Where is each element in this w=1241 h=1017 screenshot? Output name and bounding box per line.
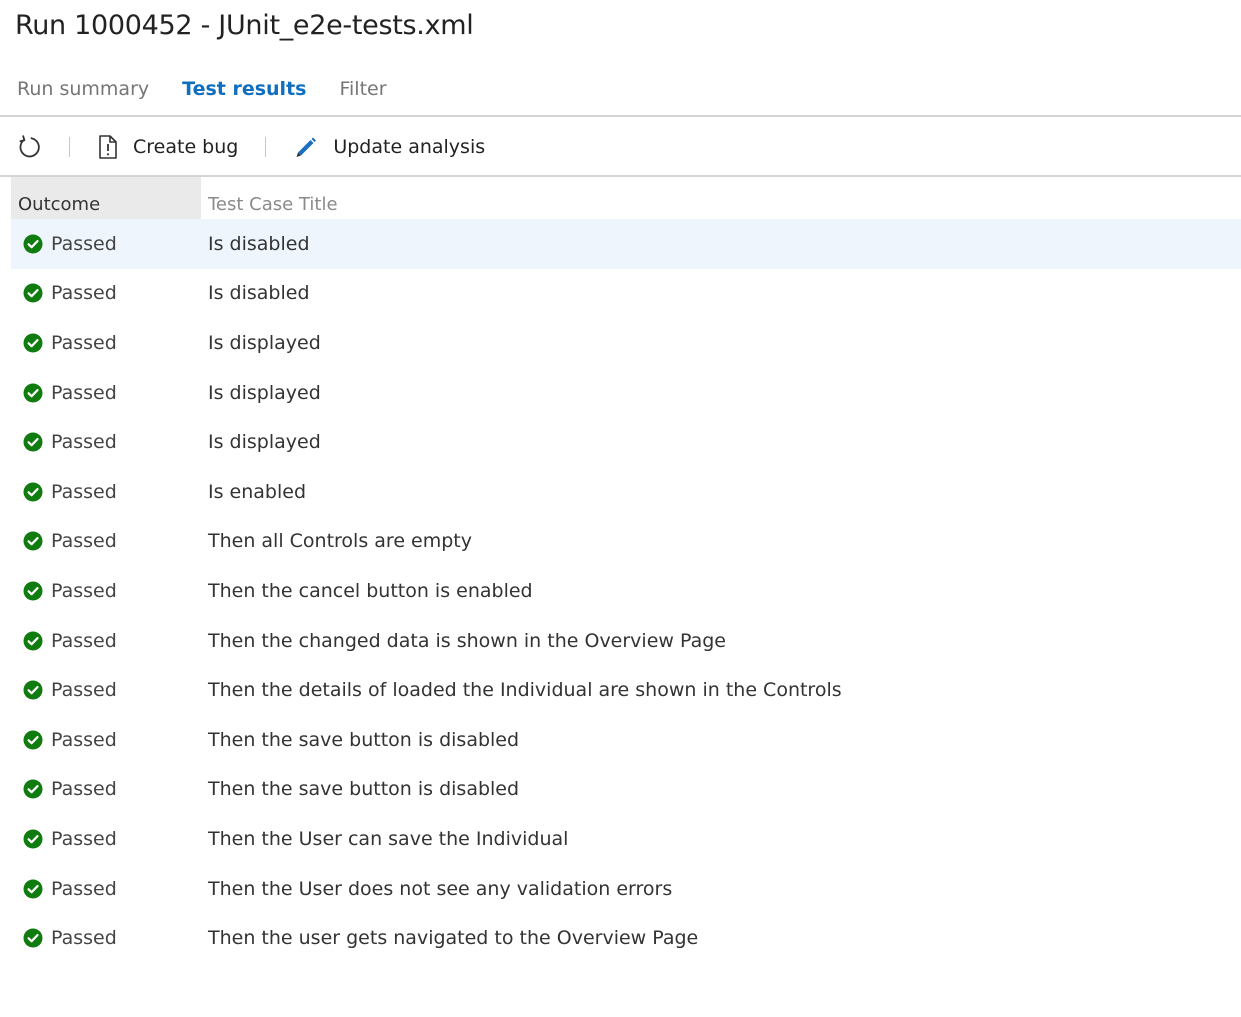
outcome-cell: Passed — [11, 630, 201, 652]
toolbar: Create bug Update analysis — [16, 128, 485, 166]
outcome-cell: Passed — [11, 828, 201, 850]
outcome-text: Passed — [51, 530, 117, 553]
table-row[interactable]: Passed Is displayed — [11, 417, 1241, 467]
table-row[interactable]: Passed Then the User can save the Indivi… — [11, 814, 1241, 864]
test-case-title: Then the cancel button is enabled — [208, 579, 533, 602]
outcome-cell: Passed — [11, 282, 201, 304]
test-case-title: Then the save button is disabled — [208, 778, 520, 801]
passed-check-icon — [23, 581, 43, 601]
test-case-title: Then the user gets navigated to the Over… — [208, 927, 699, 950]
test-case-title: Is displayed — [208, 331, 321, 354]
outcome-cell: Passed — [11, 778, 201, 800]
test-case-title: Then all Controls are empty — [208, 530, 472, 553]
test-case-title: Then the User does not see any validatio… — [208, 877, 673, 900]
outcome-cell: Passed — [11, 878, 201, 900]
table-row[interactable]: Passed Then the details of loaded the In… — [11, 665, 1241, 715]
test-case-title: Is displayed — [208, 381, 321, 404]
table-row[interactable]: Passed Then all Controls are empty — [11, 517, 1241, 567]
table-row[interactable]: Passed Then the changed data is shown in… — [11, 616, 1241, 666]
outcome-cell: Passed — [11, 580, 201, 602]
passed-check-icon — [23, 680, 43, 700]
grid-body: Passed Is disabled Passed Is disabled Pa… — [11, 219, 1241, 963]
test-case-title: Is disabled — [208, 282, 310, 305]
outcome-cell: Passed — [11, 332, 201, 354]
toolbar-separator — [69, 137, 70, 157]
table-row[interactable]: Passed Then the save button is disabled — [11, 715, 1241, 765]
create-bug-label: Create bug — [133, 136, 239, 158]
outcome-cell: Passed — [11, 530, 201, 552]
table-row[interactable]: Passed Is displayed — [11, 368, 1241, 418]
passed-check-icon — [23, 234, 43, 254]
pencil-icon — [296, 137, 317, 157]
outcome-text: Passed — [51, 331, 117, 354]
test-case-title: Then the changed data is shown in the Ov… — [208, 629, 726, 652]
tabs-divider — [0, 115, 1241, 117]
passed-check-icon — [23, 928, 43, 948]
outcome-text: Passed — [51, 381, 117, 404]
tab-test-results[interactable]: Test results — [182, 78, 306, 100]
table-row[interactable]: Passed Then the save button is disabled — [11, 765, 1241, 815]
outcome-text: Passed — [51, 629, 117, 652]
create-bug-button[interactable]: Create bug — [97, 134, 238, 160]
passed-check-icon — [23, 333, 43, 353]
outcome-text: Passed — [51, 431, 117, 454]
outcome-cell: Passed — [11, 431, 201, 453]
refresh-icon — [19, 135, 40, 158]
outcome-cell: Passed — [11, 927, 201, 949]
passed-check-icon — [23, 383, 43, 403]
update-analysis-label: Update analysis — [333, 136, 486, 158]
table-row[interactable]: Passed Is enabled — [11, 467, 1241, 517]
outcome-cell: Passed — [11, 382, 201, 404]
tab-filter[interactable]: Filter — [339, 78, 386, 100]
column-header-outcome[interactable]: Outcome — [11, 177, 201, 219]
table-row[interactable]: Passed Then the User does not see any va… — [11, 864, 1241, 914]
table-row[interactable]: Passed Is displayed — [11, 318, 1241, 368]
refresh-button[interactable] — [16, 134, 42, 160]
passed-check-icon — [23, 482, 43, 502]
table-row[interactable]: Passed Then the cancel button is enabled — [11, 566, 1241, 616]
passed-check-icon — [23, 829, 43, 849]
passed-check-icon — [23, 730, 43, 750]
passed-check-icon — [23, 779, 43, 799]
column-header-test-case-title[interactable]: Test Case Title — [201, 177, 1241, 219]
test-case-title: Then the User can save the Individual — [208, 827, 569, 850]
passed-check-icon — [23, 432, 43, 452]
update-analysis-button[interactable]: Update analysis — [293, 134, 485, 160]
outcome-text: Passed — [51, 679, 117, 702]
page-title: Run 1000452 - JUnit_e2e-tests.xml — [15, 10, 474, 41]
tab-bar: Run summary Test results Filter — [17, 74, 420, 104]
outcome-cell: Passed — [11, 729, 201, 751]
passed-check-icon — [23, 631, 43, 651]
toolbar-separator — [265, 137, 267, 157]
outcome-text: Passed — [51, 877, 117, 900]
outcome-cell: Passed — [11, 481, 201, 503]
outcome-text: Passed — [51, 282, 117, 305]
table-row[interactable]: Passed Then the user gets navigated to t… — [11, 913, 1241, 963]
outcome-text: Passed — [51, 728, 117, 751]
bug-document-icon — [99, 135, 117, 159]
outcome-cell: Passed — [11, 233, 201, 255]
table-row[interactable]: Passed Is disabled — [11, 219, 1241, 269]
tab-run-summary[interactable]: Run summary — [17, 78, 149, 100]
passed-check-icon — [23, 283, 43, 303]
outcome-text: Passed — [51, 927, 117, 950]
outcome-text: Passed — [51, 232, 117, 255]
test-case-title: Is enabled — [208, 480, 307, 503]
passed-check-icon — [23, 531, 43, 551]
outcome-cell: Passed — [11, 679, 201, 701]
test-case-title: Then the save button is disabled — [208, 728, 520, 751]
test-case-title: Is displayed — [208, 431, 321, 454]
passed-check-icon — [23, 879, 43, 899]
outcome-text: Passed — [51, 480, 117, 503]
table-row[interactable]: Passed Is disabled — [11, 269, 1241, 319]
grid-header: Outcome Test Case Title — [11, 177, 1241, 219]
test-case-title: Is disabled — [208, 232, 310, 255]
outcome-text: Passed — [51, 827, 117, 850]
outcome-text: Passed — [51, 778, 117, 801]
results-grid: Outcome Test Case Title Passed Is disabl… — [11, 177, 1241, 963]
test-case-title: Then the details of loaded the Individua… — [208, 679, 842, 702]
outcome-text: Passed — [51, 579, 117, 602]
